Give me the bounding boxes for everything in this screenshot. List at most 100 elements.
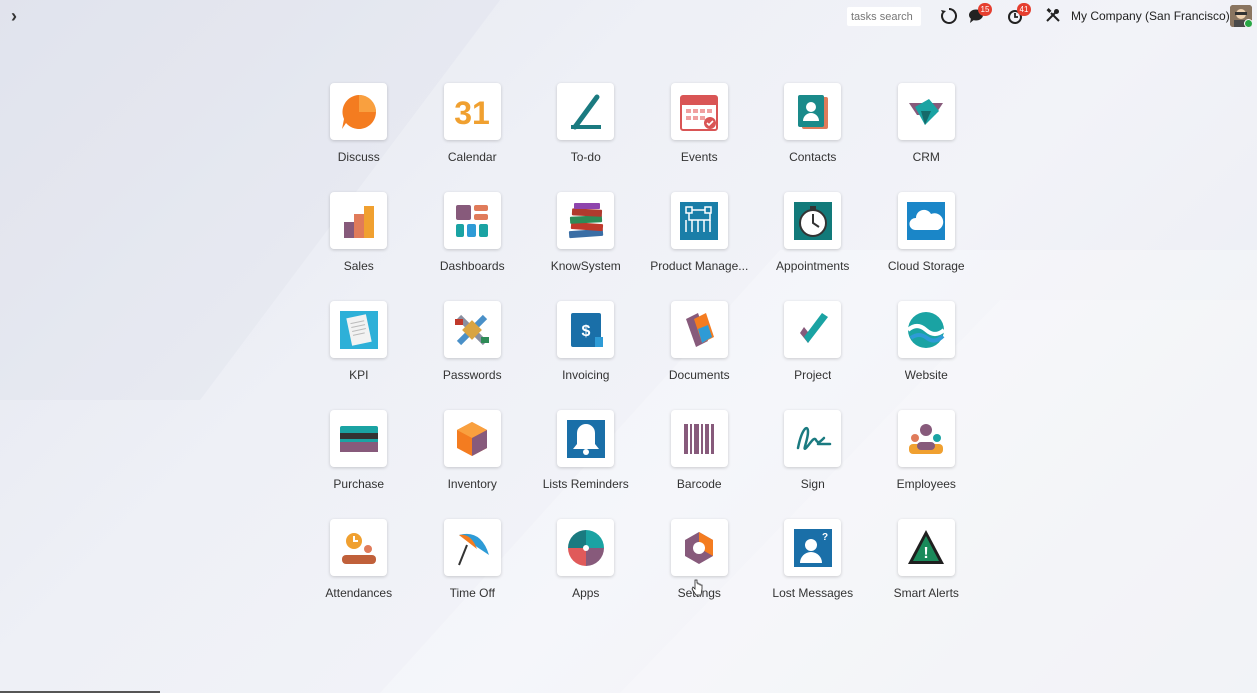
app-sign[interactable]: Sign bbox=[756, 410, 870, 519]
refresh-icon bbox=[941, 7, 958, 24]
lost-messages-tile: ? bbox=[784, 519, 842, 576]
app-events[interactable]: Events bbox=[643, 83, 757, 192]
apps-icon bbox=[567, 529, 604, 566]
settings-icon bbox=[685, 531, 714, 564]
app-project[interactable]: Project bbox=[756, 301, 870, 410]
systray-sync-button[interactable] bbox=[940, 7, 960, 27]
app-smart-alerts[interactable]: ! Smart Alerts bbox=[870, 519, 984, 628]
events-tile bbox=[670, 83, 728, 140]
app-sales[interactable]: Sales bbox=[302, 192, 416, 301]
app-label: Smart Alerts bbox=[893, 586, 959, 600]
invoicing-icon: $ bbox=[570, 312, 603, 347]
app-label: Sales bbox=[343, 259, 374, 273]
knowsystem-icon bbox=[568, 202, 603, 238]
documents-icon bbox=[686, 312, 715, 347]
lists-reminders-tile bbox=[557, 410, 615, 467]
app-product-management[interactable]: Product Manage... bbox=[643, 192, 757, 301]
top-bar: › 15 41 My Company (San Francisco) bbox=[0, 0, 1257, 34]
debug-tools-button[interactable] bbox=[1045, 7, 1065, 27]
app-apps[interactable]: Apps bbox=[529, 519, 643, 628]
app-attendances[interactable]: Attendances bbox=[302, 519, 416, 628]
app-contacts[interactable]: Contacts bbox=[756, 83, 870, 192]
app-appointments[interactable]: Appointments bbox=[756, 192, 870, 301]
inventory-icon bbox=[457, 421, 488, 456]
smart-alerts-icon: ! bbox=[908, 529, 945, 564]
app-kpi[interactable]: KPI bbox=[302, 301, 416, 410]
website-icon bbox=[906, 311, 946, 348]
activities-button[interactable]: 41 bbox=[1007, 3, 1031, 27]
app-knowsystem[interactable]: KnowSystem bbox=[529, 192, 643, 301]
app-lists-reminders[interactable]: Lists Reminders bbox=[529, 410, 643, 519]
sales-icon bbox=[343, 205, 374, 238]
activities-badge: 41 bbox=[1017, 3, 1031, 16]
crm-tile bbox=[897, 83, 955, 140]
app-employees[interactable]: Employees bbox=[870, 410, 984, 519]
app-label: Apps bbox=[572, 586, 600, 600]
attendances-tile bbox=[330, 519, 388, 576]
app-documents[interactable]: Documents bbox=[643, 301, 757, 410]
app-passwords[interactable]: Passwords bbox=[416, 301, 530, 410]
svg-text:!: ! bbox=[924, 545, 929, 562]
smart-alerts-tile: ! bbox=[897, 519, 955, 576]
company-switcher[interactable]: My Company (San Francisco) bbox=[1071, 9, 1230, 23]
app-label: Website bbox=[904, 368, 948, 382]
calendar-icon: 31 bbox=[454, 95, 490, 131]
app-label: Product Manage... bbox=[650, 259, 749, 273]
app-crm[interactable]: CRM bbox=[870, 83, 984, 192]
lost-messages-icon: ? bbox=[793, 528, 832, 567]
app-calendar[interactable]: 31 Calendar bbox=[416, 83, 530, 192]
documents-tile bbox=[670, 301, 728, 358]
app-label: Invoicing bbox=[562, 368, 610, 382]
app-label: Attendances bbox=[325, 586, 393, 600]
dashboards-icon bbox=[456, 204, 489, 237]
passwords-icon bbox=[455, 314, 490, 345]
app-lost-messages[interactable]: ? Lost Messages bbox=[756, 519, 870, 628]
app-settings[interactable]: Settings bbox=[643, 519, 757, 628]
calendar-tile: 31 bbox=[443, 83, 501, 140]
events-icon bbox=[680, 94, 719, 131]
app-discuss[interactable]: Discuss bbox=[302, 83, 416, 192]
cloud-storage-tile bbox=[897, 192, 955, 249]
app-label: Calendar bbox=[447, 150, 497, 164]
app-label: CRM bbox=[912, 150, 940, 164]
app-inventory[interactable]: Inventory bbox=[416, 410, 530, 519]
app-label: Purchase bbox=[333, 477, 385, 491]
passwords-tile bbox=[443, 301, 501, 358]
app-label: Dashboards bbox=[439, 259, 505, 273]
kpi-icon bbox=[339, 310, 378, 349]
app-label: Events bbox=[680, 150, 718, 164]
app-label: KnowSystem bbox=[550, 259, 621, 273]
attendances-icon bbox=[341, 532, 376, 564]
app-todo[interactable]: To-do bbox=[529, 83, 643, 192]
app-dashboards[interactable]: Dashboards bbox=[416, 192, 530, 301]
lists-reminders-icon bbox=[566, 419, 605, 458]
app-label: Barcode bbox=[676, 477, 722, 491]
app-label: To-do bbox=[570, 150, 601, 164]
employees-icon bbox=[909, 423, 944, 454]
app-label: Lost Messages bbox=[772, 586, 854, 600]
tasks-search-input[interactable] bbox=[847, 7, 921, 26]
app-purchase[interactable]: Purchase bbox=[302, 410, 416, 519]
product-management-tile bbox=[670, 192, 728, 249]
messages-button[interactable]: 15 bbox=[968, 3, 992, 27]
user-avatar[interactable] bbox=[1230, 5, 1252, 27]
chevron-right-icon[interactable]: › bbox=[6, 6, 22, 26]
sign-tile bbox=[784, 410, 842, 467]
app-invoicing[interactable]: $ Invoicing bbox=[529, 301, 643, 410]
discuss-icon bbox=[341, 94, 376, 129]
app-website[interactable]: Website bbox=[870, 301, 984, 410]
app-time-off[interactable]: Time Off bbox=[416, 519, 530, 628]
app-label: Time Off bbox=[449, 586, 495, 600]
svg-text:31: 31 bbox=[454, 95, 490, 131]
discuss-tile bbox=[330, 83, 388, 140]
crm-icon bbox=[909, 98, 944, 125]
svg-text:$: $ bbox=[581, 323, 590, 340]
app-barcode[interactable]: Barcode bbox=[643, 410, 757, 519]
app-label: Settings bbox=[677, 586, 721, 600]
app-cloud-storage[interactable]: Cloud Storage bbox=[870, 192, 984, 301]
invoicing-tile: $ bbox=[557, 301, 615, 358]
project-icon bbox=[799, 312, 828, 343]
todo-tile bbox=[557, 83, 615, 140]
sign-icon bbox=[796, 426, 831, 450]
settings-tile bbox=[670, 519, 728, 576]
